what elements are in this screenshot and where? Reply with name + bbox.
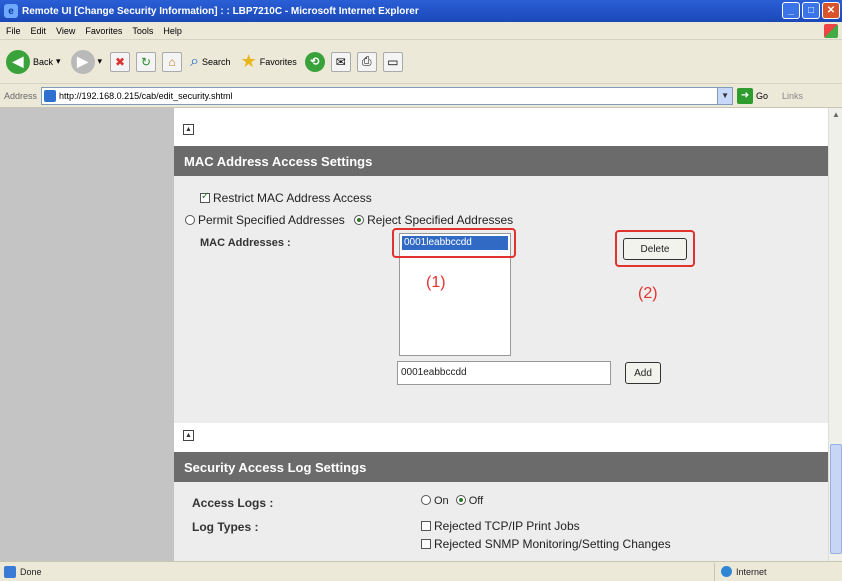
log-type-label: Rejected SNMP Monitoring/Setting Changes: [434, 537, 671, 551]
search-button[interactable]: ⌕ Search: [188, 47, 233, 77]
reject-label: Reject Specified Addresses: [367, 213, 514, 227]
on-label: On: [434, 495, 449, 507]
callout-label-2: (2): [638, 285, 658, 302]
back-arrow-icon: ◀: [6, 49, 30, 74]
log-types-label: Log Types :: [192, 520, 259, 534]
window-titlebar: e Remote UI [Change Security Information…: [0, 0, 842, 22]
menu-favorites[interactable]: Favorites: [85, 26, 122, 36]
favorites-label: Favorites: [259, 56, 297, 67]
maximize-icon[interactable]: □: [802, 2, 820, 19]
add-button[interactable]: Add: [625, 362, 661, 384]
access-logs-label: Access Logs :: [192, 496, 274, 510]
window-controls: _ □ ✕: [782, 2, 840, 19]
menu-tools[interactable]: Tools: [132, 26, 153, 36]
reject-radio[interactable]: [354, 215, 365, 225]
callout-box-1: [392, 228, 516, 258]
scroll-up-icon[interactable]: ▲: [830, 110, 842, 122]
log-type-checkbox[interactable]: [421, 539, 431, 549]
status-text: Done: [20, 566, 42, 577]
star-icon: ★: [240, 51, 257, 71]
menu-view[interactable]: View: [56, 26, 75, 36]
ie-icon: e: [4, 4, 18, 18]
close-icon[interactable]: ✕: [822, 2, 840, 19]
stop-icon[interactable]: ✖: [110, 51, 131, 72]
collapse-toggle-icon[interactable]: ▲: [183, 430, 194, 441]
chevron-down-icon[interactable]: ▼: [717, 87, 733, 104]
globe-icon: [721, 566, 732, 577]
mac-addresses-label: MAC Addresses :: [200, 237, 291, 249]
address-label: Address: [4, 90, 38, 101]
windows-logo-icon: [824, 24, 838, 38]
restrict-mac-checkbox[interactable]: [200, 191, 210, 203]
go-button[interactable]: ➜ Go: [737, 87, 769, 104]
status-bar: Done Internet: [0, 561, 842, 581]
links-label[interactable]: Links: [782, 91, 803, 101]
home-icon[interactable]: ⌂: [162, 51, 183, 72]
chevron-down-icon[interactable]: ▾: [56, 56, 61, 67]
vertical-scrollbar[interactable]: ▲: [828, 108, 842, 561]
log-section-title: Security Access Log Settings: [184, 459, 367, 475]
chevron-down-icon[interactable]: ▾: [98, 56, 103, 67]
go-arrow-icon: ➜: [737, 87, 754, 104]
address-bar: Address http://192.168.0.215/cab/edit_se…: [0, 84, 842, 108]
access-logs-off-radio[interactable]: [455, 495, 466, 505]
zone-label: Internet: [736, 566, 767, 577]
left-navigation-panel: [0, 108, 174, 561]
log-type-checkbox[interactable]: [421, 521, 431, 531]
add-label: Add: [634, 367, 652, 379]
print-icon[interactable]: ⎙: [356, 51, 377, 72]
menu-help[interactable]: Help: [163, 26, 182, 36]
forward-arrow-icon: ▶: [70, 49, 95, 74]
browser-toolbar: ◀ Back ▾ ▶ ▾ ✖ ↻ ⌂ ⌕ Search ★ Favorites …: [0, 40, 842, 84]
permit-radio[interactable]: [185, 215, 195, 225]
status-done: Done: [0, 565, 42, 578]
search-icon: ⌕: [190, 52, 200, 70]
edit-icon[interactable]: ▭: [382, 51, 403, 72]
minimize-icon[interactable]: _: [782, 2, 800, 19]
address-input[interactable]: http://192.168.0.215/cab/edit_security.s…: [41, 86, 734, 105]
mail-icon[interactable]: ✉: [330, 51, 351, 72]
callout-box-2: [615, 230, 695, 267]
access-logs-options: On Off: [421, 495, 483, 507]
menu-bar: File Edit View Favorites Tools Help: [0, 22, 842, 40]
callout-label-1: (1): [426, 274, 446, 291]
back-button[interactable]: ◀ Back ▾: [4, 47, 63, 77]
security-zone: Internet: [714, 562, 834, 581]
access-logs-on-radio[interactable]: [421, 495, 431, 505]
window-title: Remote UI [Change Security Information] …: [22, 5, 419, 17]
mac-section-title: MAC Address Access Settings: [184, 153, 373, 169]
scrollbar-thumb[interactable]: [830, 444, 842, 554]
back-label: Back: [33, 56, 54, 67]
mac-section-header: MAC Address Access Settings: [174, 146, 828, 176]
page-icon: [44, 89, 57, 102]
permit-label: Permit Specified Addresses: [198, 213, 345, 227]
log-type-row[interactable]: Rejected TCP/IP Print Jobs: [421, 519, 580, 533]
restrict-mac-row[interactable]: Restrict MAC Address Access: [200, 191, 372, 205]
favorites-button[interactable]: ★ Favorites: [239, 47, 299, 77]
address-url: http://192.168.0.215/cab/edit_security.s…: [59, 90, 233, 101]
go-label: Go: [756, 90, 769, 101]
log-type-label: Rejected TCP/IP Print Jobs: [434, 519, 580, 533]
forward-button[interactable]: ▶ ▾: [69, 47, 105, 77]
menu-edit[interactable]: Edit: [31, 26, 47, 36]
restrict-mac-label: Restrict MAC Address Access: [213, 191, 372, 205]
mode-row: Permit Specified Addresses Reject Specif…: [185, 213, 513, 227]
page-icon: [4, 565, 16, 578]
off-label: Off: [468, 495, 484, 507]
menu-file[interactable]: File: [6, 26, 21, 36]
new-mac-address-input[interactable]: 0001eabbccdd: [397, 361, 611, 385]
refresh-icon[interactable]: ↻: [136, 51, 157, 72]
log-section-header: Security Access Log Settings: [174, 452, 828, 482]
history-icon[interactable]: ⟲: [304, 51, 325, 72]
collapse-toggle-icon[interactable]: ▲: [183, 124, 194, 135]
log-type-row[interactable]: Rejected SNMP Monitoring/Setting Changes: [421, 537, 671, 551]
search-label: Search: [202, 56, 231, 67]
